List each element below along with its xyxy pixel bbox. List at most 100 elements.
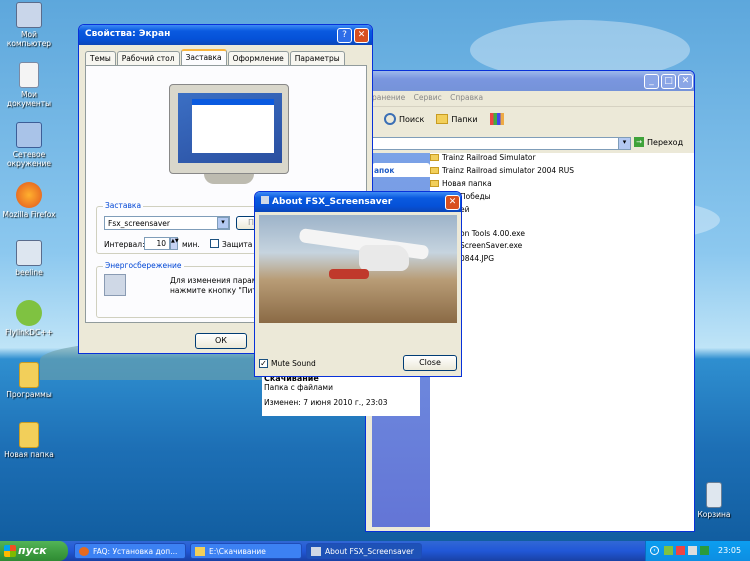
list-item[interactable]: Trainz Railroad Simulator: [430, 152, 536, 163]
folders-button[interactable]: Папки: [451, 115, 477, 124]
task-about-fsx[interactable]: About FSX_Screensaver: [306, 543, 422, 559]
menu-bar: ранение Сервис Справка: [366, 93, 694, 107]
menu-help[interactable]: Справка: [450, 93, 483, 102]
task-explorer[interactable]: E:\Скачивание: [190, 543, 302, 559]
folder-icon: [195, 547, 205, 556]
menu-tools-partial[interactable]: ранение: [372, 93, 405, 102]
tray-icon[interactable]: [676, 546, 685, 555]
mute-checkbox[interactable]: ✓: [259, 359, 268, 368]
address-dropdown-icon[interactable]: ▾: [618, 137, 631, 150]
clock[interactable]: 23:05: [718, 546, 741, 555]
folder-icon: [430, 167, 439, 174]
help-button[interactable]: ?: [337, 28, 352, 43]
splash-image: [259, 215, 457, 323]
list-item[interactable]: Trainz Railroad simulator 2004 RUS: [430, 165, 574, 176]
folders-icon: [436, 114, 449, 124]
computer-icon: [16, 2, 42, 28]
folder-icon: [19, 362, 39, 388]
app-icon: [311, 547, 321, 556]
folder-icon: [19, 422, 39, 448]
tab-desktop[interactable]: Рабочий стол: [116, 51, 180, 66]
tray-icon[interactable]: [688, 546, 697, 555]
interval-input[interactable]: 10: [144, 237, 170, 250]
close-button[interactable]: ✕: [354, 28, 369, 43]
props-title: Свойства: Экран: [85, 29, 171, 39]
windows-logo-icon: [4, 545, 16, 557]
spinner-icon[interactable]: ▲▼: [170, 237, 179, 250]
firefox-icon: [79, 547, 89, 556]
details-type: Папка с файлами: [264, 383, 333, 392]
close-button[interactable]: ✕: [678, 74, 693, 89]
energy-group-label: Энергосбережение: [103, 261, 184, 270]
close-icon[interactable]: ✕: [445, 195, 460, 210]
desktop-icon-my-computer[interactable]: Мой компьютер: [0, 2, 58, 48]
energy-text-2: нажмите кнопку "Питан: [170, 286, 267, 295]
interval-unit: мин.: [182, 240, 200, 249]
plane-body: [359, 245, 409, 271]
go-button[interactable]: → Переход: [634, 137, 683, 147]
task-pane-header[interactable]: апок: [372, 163, 430, 177]
tray-expand-icon[interactable]: ‹: [650, 546, 659, 555]
list-item[interactable]: Победы: [460, 191, 491, 202]
interval-label: Интервал:: [104, 240, 145, 249]
folder-icon: [430, 180, 439, 187]
preview-screen: [178, 93, 282, 163]
energy-icon: [104, 274, 126, 296]
desktop-icon-beeline[interactable]: beeline: [0, 240, 58, 277]
desktop-icon-new-folder[interactable]: Новая папка: [0, 422, 58, 459]
tab-screensaver[interactable]: Заставка: [180, 49, 227, 66]
list-item[interactable]: ScreenSaver.exe: [460, 240, 522, 251]
monitor-stand: [204, 174, 254, 184]
screensaver-select[interactable]: Fsx_screensaver: [104, 216, 230, 230]
details-modified: Изменен: 7 июня 2010 г., 23:03: [264, 398, 388, 407]
tray-icon[interactable]: [700, 546, 709, 555]
views-icon[interactable]: [489, 113, 504, 125]
protect-checkbox[interactable]: [210, 239, 219, 248]
go-arrow-icon: →: [634, 137, 644, 147]
tab-strip: Темы Рабочий стол Заставка Оформление Па…: [85, 49, 346, 66]
chevron-down-icon[interactable]: ▾: [217, 217, 229, 229]
toolbar: Поиск Папки: [384, 108, 504, 130]
folder-icon: [430, 154, 439, 161]
menu-service[interactable]: Сервис: [414, 93, 442, 102]
desktop-icon-my-documents[interactable]: Мои документы: [0, 62, 58, 108]
flylink-icon: [16, 300, 42, 326]
desktop-icon-flylinkdc[interactable]: FlylinkDC++: [0, 300, 58, 337]
search-icon: [384, 113, 396, 125]
list-item[interactable]: 0844.JPG: [460, 253, 494, 264]
about-title: About FSX_Screensaver: [272, 197, 393, 207]
props-titlebar: Свойства: Экран: [79, 25, 372, 45]
preview-window: [192, 99, 274, 153]
monitor-preview: [169, 84, 289, 174]
close-button[interactable]: Close: [403, 355, 457, 371]
address-bar[interactable]: [372, 137, 630, 150]
maximize-button[interactable]: □: [661, 74, 676, 89]
screensaver-group-label: Заставка: [103, 201, 144, 210]
beeline-icon: [16, 240, 42, 266]
task-firefox[interactable]: FAQ: Установка доп...: [74, 543, 186, 559]
desktop-icon-programs[interactable]: Программы: [0, 362, 58, 399]
firefox-icon: [16, 182, 42, 208]
taskbar: пуск FAQ: Установка доп... E:\Скачивание…: [0, 541, 750, 561]
tray-icon[interactable]: [664, 546, 673, 555]
tab-settings[interactable]: Параметры: [289, 51, 345, 66]
tab-appearance[interactable]: Оформление: [227, 51, 289, 66]
list-item[interactable]: Новая папка: [430, 178, 492, 189]
energy-text-1: Для изменения параме: [170, 276, 263, 285]
desktop-icon-network[interactable]: Сетевое окружение: [0, 122, 58, 168]
about-dialog: About FSX_Screensaver ✕ ✓ Mute Sound Clo…: [254, 191, 462, 377]
tab-themes[interactable]: Темы: [85, 51, 116, 66]
details-panel: Скачивание Папка с файлами Изменен: 7 ию…: [262, 372, 420, 416]
minimize-button[interactable]: _: [644, 74, 659, 89]
app-icon: [261, 196, 269, 204]
documents-icon: [19, 62, 39, 88]
plane-stripe: [329, 269, 369, 279]
recycle-bin-icon: [706, 482, 722, 508]
desktop-icon-firefox[interactable]: Mozilla Firefox: [0, 182, 58, 219]
search-button[interactable]: Поиск: [399, 115, 424, 124]
system-tray: ‹ 23:05: [645, 541, 750, 561]
mute-label: Mute Sound: [271, 359, 316, 368]
network-icon: [16, 122, 42, 148]
ok-button[interactable]: ОК: [195, 333, 247, 349]
list-item[interactable]: on Tools 4.00.exe: [460, 228, 525, 239]
